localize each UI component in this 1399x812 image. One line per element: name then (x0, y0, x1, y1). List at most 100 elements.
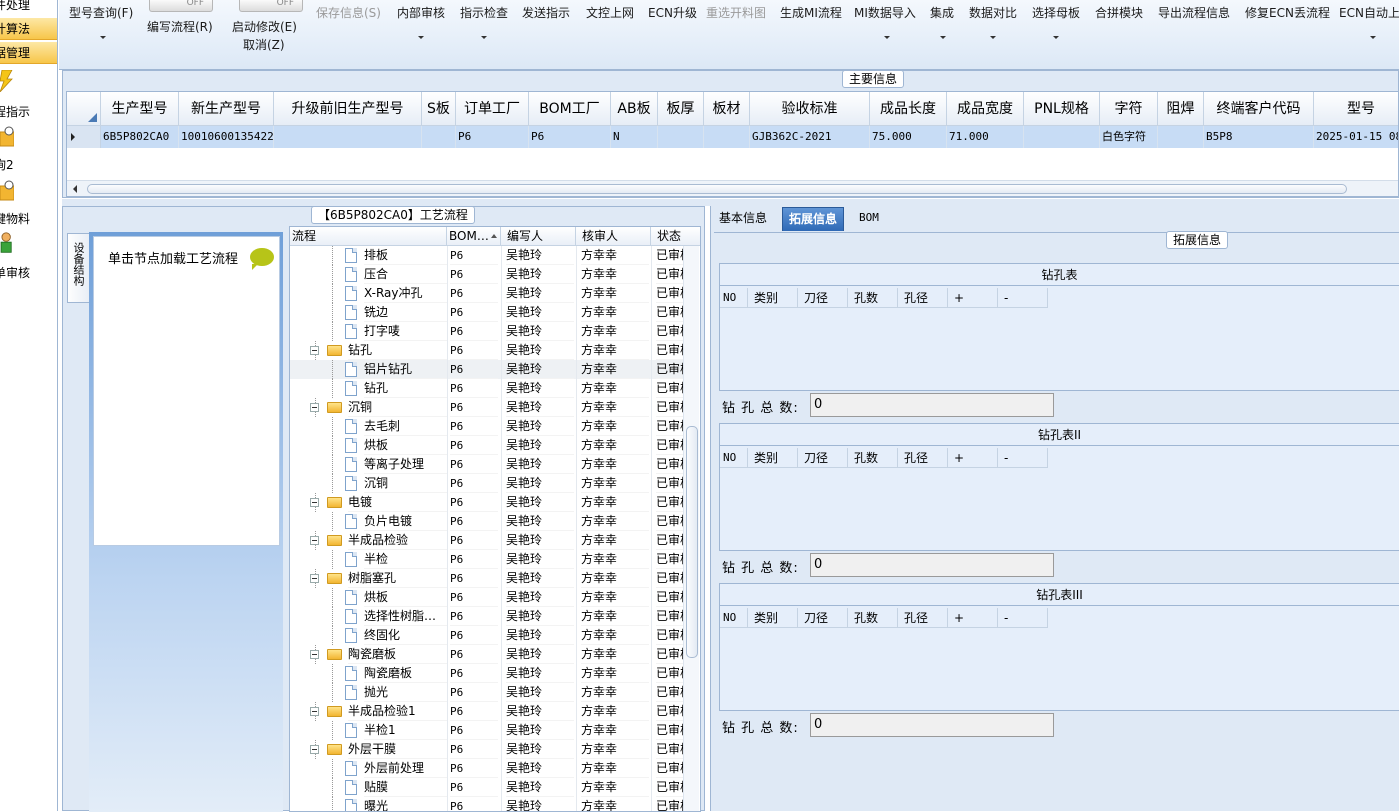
grid-cell[interactable] (422, 126, 456, 148)
grid-col-header[interactable]: BOM工厂 (529, 92, 611, 126)
sidebar-item-process-indicator[interactable]: 程指示 (0, 70, 57, 126)
table-row[interactable]: 半成品检验1P6吴艳玲方幸幸已审核 (290, 702, 690, 721)
doc-upload-button[interactable]: 文控上网 (586, 4, 634, 21)
table-row[interactable]: 半成品检验P6吴艳玲方幸幸已审核 (290, 531, 690, 550)
drill-col-header[interactable]: + (948, 608, 998, 628)
col-status[interactable]: 状态 (651, 227, 700, 246)
drill-total-field[interactable]: 0 (810, 393, 1054, 417)
table-row[interactable]: 钻孔P6吴艳玲方幸幸已审核 (290, 341, 690, 360)
grid-cell[interactable]: 75.000 (870, 126, 947, 148)
collapse-icon[interactable] (310, 574, 319, 583)
grid-corner[interactable] (67, 92, 101, 126)
grid-col-header[interactable]: 型号 (1314, 92, 1398, 126)
collapse-icon[interactable] (310, 745, 319, 754)
table-row[interactable]: 6B5P802CA0 10010600135422 P6 P6 N GJB362C-202… (67, 126, 1398, 148)
drill-total-field[interactable]: 0 (810, 713, 1054, 737)
start-modify-button[interactable]: 启动修改(E) (232, 18, 297, 35)
col-writer[interactable]: 编写人 (501, 227, 576, 246)
collapse-icon[interactable] (310, 650, 319, 659)
grid-cell[interactable]: N (611, 126, 658, 148)
table-row[interactable]: 外层干膜P6吴艳玲方幸幸已审核 (290, 740, 690, 759)
grid-cell[interactable]: P6 (456, 126, 529, 148)
table-row[interactable]: 去毛刺P6吴艳玲方幸幸已审核 (290, 417, 690, 436)
integrate-button[interactable]: 集成 (930, 4, 954, 21)
sidebar-item-key-material[interactable]: 键物料 (0, 180, 57, 236)
indicator-check-dropdown-icon[interactable] (481, 36, 487, 39)
data-compare-button[interactable]: 数据对比 (969, 4, 1017, 21)
grid-col-header[interactable]: 成品长度 (870, 92, 947, 126)
grid-cell[interactable]: 71.000 (947, 126, 1024, 148)
grid-col-header[interactable]: 终端客户代码 (1204, 92, 1314, 126)
grid-col-header[interactable]: 板材 (704, 92, 750, 126)
vertical-scrollbar[interactable] (683, 246, 699, 811)
tab-bom[interactable]: BOM (853, 207, 885, 231)
collapse-icon[interactable] (310, 707, 319, 716)
internal-review-button[interactable]: 内部审核 (397, 4, 445, 21)
select-master-dropdown-icon[interactable] (1053, 36, 1059, 39)
select-master-button[interactable]: 选择母板 (1032, 4, 1080, 21)
collapse-icon[interactable] (310, 346, 319, 355)
grid-cell[interactable] (658, 126, 704, 148)
table-row[interactable]: 树脂塞孔P6吴艳玲方幸幸已审核 (290, 569, 690, 588)
drill-total-field[interactable]: 0 (810, 553, 1054, 577)
grid-cell[interactable]: 2025-01-15 08: (1314, 126, 1398, 148)
grid-col-header[interactable]: 生产型号 (101, 92, 179, 126)
grid-col-header[interactable]: S板 (422, 92, 456, 126)
collapse-icon[interactable] (310, 498, 319, 507)
grid-cell[interactable] (1158, 126, 1204, 148)
sidebar-item-order-review[interactable]: 单审核 (0, 232, 57, 288)
table-row[interactable]: 贴膜P6吴艳玲方幸幸已审核 (290, 778, 690, 797)
ecn-upgrade-button[interactable]: ECN升级 (648, 4, 697, 21)
internal-review-dropdown-icon[interactable] (418, 36, 424, 39)
model-query-button[interactable]: 型号查询(F) (69, 4, 133, 21)
grid-cell[interactable] (1024, 126, 1100, 148)
sidebar-item-processing[interactable]: 件处理 (0, 0, 57, 16)
col-bom[interactable]: BOM… (447, 227, 501, 246)
panel-splitter[interactable] (62, 199, 1399, 206)
sidebar-item-algorithm[interactable]: 计算法 (0, 18, 57, 40)
grid-cell[interactable]: 6B5P802CA0 (101, 126, 179, 148)
table-row[interactable]: 选择性树脂…P6吴艳玲方幸幸已审核 (290, 607, 690, 626)
mi-import-button[interactable]: MI数据导入 (854, 4, 916, 21)
edit-flow-button[interactable]: 编写流程(R) (147, 18, 213, 35)
table-row[interactable]: 曝光P6吴艳玲方幸幸已审核 (290, 797, 690, 811)
grid-col-header[interactable]: 升级前旧生产型号 (274, 92, 422, 126)
cancel-button[interactable]: 取消(Z) (243, 36, 285, 53)
reselect-cut-button[interactable]: 重选开料图 (706, 4, 766, 21)
grid-cell[interactable]: 白色字符 (1100, 126, 1158, 148)
gen-mi-flow-button[interactable]: 生成MI流程 (780, 4, 842, 21)
edit-flow-toggle[interactable]: OFF (149, 0, 213, 12)
scroll-left-icon[interactable] (73, 185, 77, 193)
drill-col-header[interactable]: - (998, 288, 1048, 308)
grid-cell[interactable]: GJB362C-2021 (750, 126, 870, 148)
grid-col-header[interactable]: 订单工厂 (456, 92, 529, 126)
collapse-icon[interactable] (310, 403, 319, 412)
table-row[interactable]: 压合P6吴艳玲方幸幸已审核 (290, 265, 690, 284)
grid-col-header[interactable]: 字符 (1100, 92, 1158, 126)
table-row[interactable]: X-Ray冲孔P6吴艳玲方幸幸已审核 (290, 284, 690, 303)
table-row[interactable]: 铝片钻孔P6吴艳玲方幸幸已审核 (290, 360, 690, 379)
table-row[interactable]: 电镀P6吴艳玲方幸幸已审核 (290, 493, 690, 512)
grid-cell[interactable] (274, 126, 422, 148)
drill-col-header[interactable]: - (998, 448, 1048, 468)
table-row[interactable]: 排板P6吴艳玲方幸幸已审核 (290, 246, 690, 265)
scroll-thumb[interactable] (686, 426, 698, 658)
drill-col-header[interactable]: - (998, 608, 1048, 628)
table-row[interactable]: 烘板P6吴艳玲方幸幸已审核 (290, 436, 690, 455)
col-reviewer[interactable]: 核审人 (576, 227, 651, 246)
table-row[interactable]: 沉铜P6吴艳玲方幸幸已审核 (290, 474, 690, 493)
grid-col-header[interactable]: PNL规格 (1024, 92, 1100, 126)
horizontal-scrollbar[interactable] (67, 180, 1398, 196)
collapse-icon[interactable] (310, 536, 319, 545)
table-row[interactable]: 负片电镀P6吴艳玲方幸幸已审核 (290, 512, 690, 531)
grid-col-header[interactable]: 验收标准 (750, 92, 870, 126)
model-query-dropdown-icon[interactable] (100, 36, 106, 39)
start-modify-toggle[interactable]: OFF (239, 0, 303, 12)
fix-ecn-button[interactable]: 修复ECN丢流程 (1245, 4, 1330, 21)
table-row[interactable]: 陶瓷磨板P6吴艳玲方幸幸已审核 (290, 645, 690, 664)
tab-extended-info[interactable]: 拓展信息 (782, 207, 845, 231)
grid-cell[interactable]: 10010600135422 (179, 126, 274, 148)
drill-col-header[interactable]: + (948, 288, 998, 308)
tab-device-structure[interactable]: 设备结构 (67, 233, 89, 303)
grid-col-header[interactable]: 板厚 (658, 92, 704, 126)
